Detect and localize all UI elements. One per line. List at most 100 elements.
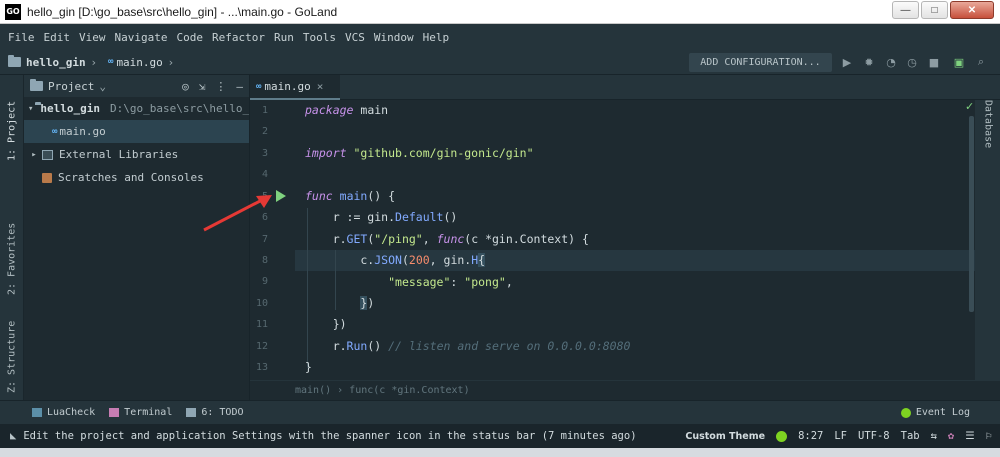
menu-tools[interactable]: Tools xyxy=(303,31,336,44)
tree-item-label: External Libraries xyxy=(59,148,179,161)
code-line-11: }) xyxy=(305,317,347,331)
terminal-tool-button[interactable]: Terminal xyxy=(109,407,172,418)
code-line-3: import "github.com/gin-gonic/gin" xyxy=(305,146,534,160)
theme-label[interactable]: Custom Theme xyxy=(685,431,765,442)
close-button[interactable]: ✕ xyxy=(950,1,994,19)
toggle-tool-windows-icon[interactable]: ◣ xyxy=(10,430,16,442)
stop-icon[interactable]: ■ xyxy=(927,55,941,69)
tab-main-go[interactable]: ∞ main.go × xyxy=(250,75,340,100)
menu-view[interactable]: View xyxy=(79,31,106,44)
structure-tool-tab[interactable]: Z: Structure xyxy=(4,307,20,393)
code-line-8: c.JSON(200, gin.H{ xyxy=(305,253,486,267)
root-folder-name: hello_gin xyxy=(40,102,101,115)
menu-bar: File Edit View Navigate Code Refactor Ru… xyxy=(0,24,1000,50)
tree-item-scratches[interactable]: Scratches and Consoles xyxy=(24,166,249,189)
editor-breadcrumb[interactable]: main() › func(c *gin.Context) xyxy=(295,385,470,396)
terminal-icon xyxy=(109,408,120,417)
code-line-13: } xyxy=(305,360,312,374)
inspection-ok-icon: ✓ xyxy=(965,100,975,113)
favorites-tool-tab[interactable]: 2: Favorites xyxy=(4,205,20,295)
code-line-12: r.Run() // listen and serve on 0.0.0.0:8… xyxy=(305,339,631,353)
chevron-right-icon: › xyxy=(168,55,174,69)
breadcrumb-file[interactable]: main.go xyxy=(116,56,162,69)
coverage-icon[interactable]: ◔ xyxy=(884,55,898,69)
close-tab-icon[interactable]: × xyxy=(317,80,324,93)
tree-root[interactable]: ▾ hello_gin D:\go_base\src\hello_gin xyxy=(24,97,249,120)
status-bar: ◣ Edit the project and application Setti… xyxy=(0,424,1000,448)
file-encoding[interactable]: UTF-8 xyxy=(858,430,890,442)
todo-icon xyxy=(186,408,197,417)
line-number: 7 xyxy=(261,234,268,245)
run-icon[interactable]: ▶ xyxy=(840,55,854,69)
line-number: 11 xyxy=(255,319,268,330)
menu-edit[interactable]: Edit xyxy=(44,31,71,44)
menu-window[interactable]: Window xyxy=(374,31,414,44)
root-folder-path: D:\go_base\src\hello_gin xyxy=(110,102,249,115)
maximize-button[interactable]: □ xyxy=(921,1,948,19)
hide-panel-icon[interactable]: — xyxy=(236,80,243,93)
chevron-down-icon[interactable]: ⌄ xyxy=(99,80,106,93)
goland-app-icon: GO xyxy=(5,3,21,20)
menu-file[interactable]: File xyxy=(8,31,35,44)
add-configuration-button[interactable]: ADD CONFIGURATION... xyxy=(689,53,832,72)
collapse-all-icon[interactable]: ⇲ xyxy=(199,80,206,93)
todo-tool-button[interactable]: 6: TODO xyxy=(186,407,244,418)
tree-item-main-go[interactable]: ∞ main.go xyxy=(24,120,249,143)
tree-item-external-libraries[interactable]: ▸ External Libraries xyxy=(24,143,249,166)
line-number: 9 xyxy=(261,276,268,287)
line-number: 3 xyxy=(261,148,268,159)
menu-refactor[interactable]: Refactor xyxy=(212,31,265,44)
expand-arrow-icon[interactable]: ▸ xyxy=(28,150,40,160)
project-panel-title[interactable]: Project xyxy=(48,80,94,93)
locate-file-icon[interactable]: ◎ xyxy=(182,80,189,93)
tool-label: 6: TODO xyxy=(201,407,244,418)
code-line-1: package main xyxy=(305,103,389,117)
window-title: hello_gin [D:\go_base\src\hello_gin] - .… xyxy=(27,4,338,19)
line-separator[interactable]: LF xyxy=(834,430,847,442)
code-editor[interactable]: package main import "github.com/gin-goni… xyxy=(295,100,975,380)
settings-gear-icon[interactable]: ✿ xyxy=(948,430,954,442)
git-branch-icon[interactable]: ⇆ xyxy=(931,430,937,442)
folder-icon xyxy=(8,55,21,67)
line-number: 4 xyxy=(261,169,268,180)
project-tool-tab[interactable]: 1: Project xyxy=(4,83,20,161)
luacheck-tool-button[interactable]: LuaCheck xyxy=(32,407,95,418)
go-file-icon: ∞ xyxy=(108,57,114,67)
inspector-icon[interactable]: ☰ xyxy=(965,430,974,442)
go-file-icon: ∞ xyxy=(52,126,58,137)
database-tool-tab[interactable]: Database xyxy=(980,100,996,148)
library-icon xyxy=(42,149,53,160)
line-number: 10 xyxy=(255,298,268,309)
chevron-right-icon: › xyxy=(91,55,97,69)
profile-icon[interactable]: ◷ xyxy=(905,55,919,69)
menu-vcs[interactable]: VCS xyxy=(345,31,365,44)
left-tool-stripe: 1: Project 2: Favorites Z: Structure xyxy=(0,75,24,400)
menu-navigate[interactable]: Navigate xyxy=(115,31,168,44)
caret-position[interactable]: 8:27 xyxy=(798,430,823,442)
scratches-icon xyxy=(42,172,52,183)
terminal-toolbar-icon[interactable]: ▣ xyxy=(952,55,966,69)
event-log-button[interactable]: Event Log xyxy=(900,407,970,418)
status-message[interactable]: Edit the project and application Setting… xyxy=(23,430,636,442)
more-options-icon[interactable]: ⋮ xyxy=(215,80,226,93)
go-file-icon: ∞ xyxy=(256,81,262,92)
menu-help[interactable]: Help xyxy=(423,31,450,44)
notifications-icon[interactable]: ⚐ xyxy=(986,430,992,442)
debug-icon[interactable]: ✹ xyxy=(862,55,876,69)
editor-scrollbar[interactable] xyxy=(969,116,974,312)
window-frame-bottom xyxy=(0,448,1000,457)
indent-setting[interactable]: Tab xyxy=(901,430,920,442)
breadcrumb-project[interactable]: hello_gin xyxy=(26,56,86,69)
tool-label: LuaCheck xyxy=(47,407,96,418)
search-everywhere-icon[interactable]: ⌕ xyxy=(974,55,988,69)
code-line-10: }) xyxy=(360,296,375,310)
menu-code[interactable]: Code xyxy=(176,31,203,44)
window-title-bar: GO hello_gin [D:\go_base\src\hello_gin] … xyxy=(0,0,1000,24)
expand-arrow-icon[interactable]: ▾ xyxy=(28,104,33,114)
menu-run[interactable]: Run xyxy=(274,31,294,44)
minimize-button[interactable]: — xyxy=(892,1,919,19)
editor-tabs: ∞ main.go × xyxy=(250,75,1000,100)
line-number: 2 xyxy=(261,126,268,137)
project-view-icon xyxy=(30,79,43,91)
tab-label: main.go xyxy=(264,80,311,93)
